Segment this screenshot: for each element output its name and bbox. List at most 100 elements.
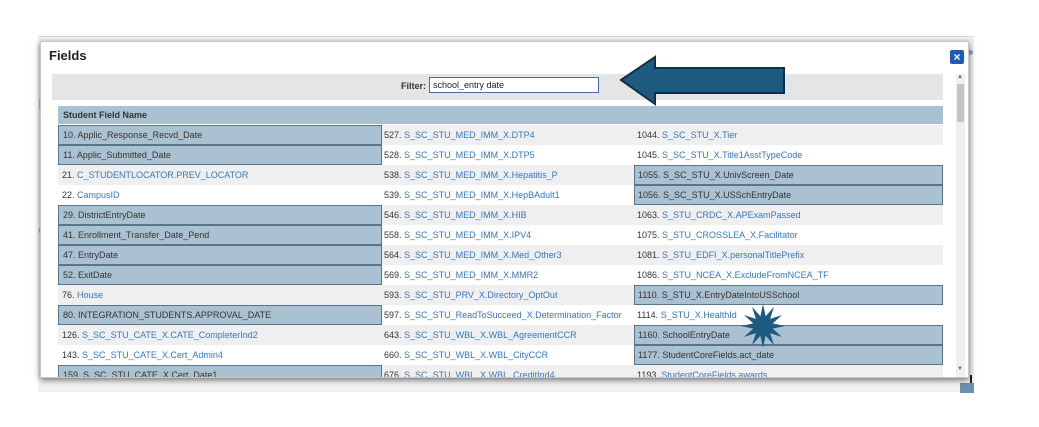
- field-name-link[interactable]: S_SC_STU_X.UnivScreen_Date: [663, 170, 794, 180]
- field-number: 593.: [384, 290, 402, 300]
- field-cell[interactable]: 22. CampusID: [58, 185, 382, 205]
- field-cell[interactable]: 47. EntryDate: [58, 245, 382, 265]
- close-button[interactable]: ×: [950, 50, 964, 64]
- field-name-link[interactable]: S_SC_STU_ReadToSucceed_X.Determination_F…: [404, 310, 622, 320]
- field-cell[interactable]: 569. S_SC_STU_MED_IMM_X.MMR2: [382, 265, 634, 285]
- field-cell[interactable]: 539. S_SC_STU_MED_IMM_X.HepBAdult1: [382, 185, 634, 205]
- field-name-link[interactable]: StudentCoreFields.awards: [661, 370, 767, 377]
- field-cell[interactable]: 1055. S_SC_STU_X.UnivScreen_Date: [634, 165, 943, 185]
- field-name-link[interactable]: S_SC_STU_MED_IMM_X.Hepatitis_P: [404, 170, 558, 180]
- field-cell[interactable]: 126. S_SC_STU_CATE_X.CATE_CompleterInd2: [58, 325, 382, 345]
- table-row: 21. C_STUDENTLOCATOR.PREV_LOCATOR 538. S_…: [58, 165, 943, 185]
- scroll-up-arrow-icon[interactable]: ▲: [957, 74, 963, 80]
- field-cell[interactable]: 29. DistrictEntryDate: [58, 205, 382, 225]
- field-name-link[interactable]: S_SC_STU_MED_IMM_X.DTP4: [404, 130, 535, 140]
- field-name-link[interactable]: S_STU_X.HealthId: [661, 310, 737, 320]
- field-cell[interactable]: 643. S_SC_STU_WBL_X.WBL_AgreementCCR: [382, 325, 634, 345]
- field-name-link[interactable]: S_SC_STU_X.Tier: [662, 130, 737, 140]
- field-number: 76.: [62, 290, 75, 300]
- scroll-thumb[interactable]: [957, 84, 964, 122]
- field-name-link[interactable]: S_SC_STU_CATE_X.Cert_Date1: [83, 370, 217, 377]
- table-row: 11. Applic_Submitted_Date 528. S_SC_STU_M…: [58, 145, 943, 165]
- field-name-link[interactable]: Enrollment_Transfer_Date_Pend: [78, 230, 209, 240]
- field-name-link[interactable]: SchoolEntryDate: [662, 330, 730, 340]
- field-cell[interactable]: 80. INTEGRATION_STUDENTS.APPROVAL_DATE: [58, 305, 382, 325]
- field-name-link[interactable]: Applic_Submitted_Date: [77, 150, 171, 160]
- filter-input[interactable]: [429, 77, 599, 93]
- field-number: 21.: [62, 170, 75, 180]
- field-name-link[interactable]: House: [77, 290, 103, 300]
- field-number: 1063.: [637, 210, 660, 220]
- field-name-link[interactable]: S_SC_STU_MED_IMM_X.IPV4: [404, 230, 531, 240]
- field-name-link[interactable]: EntryDate: [78, 250, 118, 260]
- field-cell[interactable]: 1044. S_SC_STU_X.Tier: [634, 125, 943, 145]
- field-name-link[interactable]: DistrictEntryDate: [78, 210, 146, 220]
- field-name-link[interactable]: S_SC_STU_WBL_X.WBL_CreditInd4: [404, 370, 555, 377]
- field-cell[interactable]: 564. S_SC_STU_MED_IMM_X.Med_Other3: [382, 245, 634, 265]
- field-cell[interactable]: 1193. StudentCoreFields.awards: [634, 365, 943, 377]
- field-cell[interactable]: 11. Applic_Submitted_Date: [58, 145, 382, 165]
- field-cell[interactable]: 1114. S_STU_X.HealthId: [634, 305, 943, 325]
- field-cell[interactable]: 10. Applic_Response_Recvd_Date: [58, 125, 382, 145]
- field-name-link[interactable]: S_STU_X.EntryDateIntoUSSchool: [662, 290, 800, 300]
- field-cell[interactable]: 1081. S_STU_EDFI_X.personalTitlePrefix: [634, 245, 943, 265]
- field-cell[interactable]: 1177. StudentCoreFields.act_date: [634, 345, 943, 365]
- scrollbar[interactable]: ▲ ▼: [956, 74, 965, 377]
- field-name-link[interactable]: S_STU_EDFI_X.personalTitlePrefix: [662, 250, 804, 260]
- field-cell[interactable]: 143. S_SC_STU_CATE_X.Cert_Admin4: [58, 345, 382, 365]
- field-name-link[interactable]: S_SC_STU_CATE_X.CATE_CompleterInd2: [82, 330, 258, 340]
- field-cell[interactable]: 1110. S_STU_X.EntryDateIntoUSSchool: [634, 285, 943, 305]
- field-name-link[interactable]: S_SC_STU_MED_IMM_X.MMR2: [404, 270, 538, 280]
- field-cell[interactable]: 597. S_SC_STU_ReadToSucceed_X.Determinat…: [382, 305, 634, 325]
- field-name-link[interactable]: S_SC_STU_WBL_X.WBL_CityCCR: [404, 350, 548, 360]
- field-name-link[interactable]: S_STU_CRDC_X.APExamPassed: [662, 210, 801, 220]
- field-number: 10.: [63, 130, 76, 140]
- field-name-link[interactable]: S_SC_STU_MED_IMM_X.Med_Other3: [404, 250, 562, 260]
- field-name-link[interactable]: INTEGRATION_STUDENTS.APPROVAL_DATE: [78, 310, 271, 320]
- field-name-link[interactable]: StudentCoreFields.act_date: [662, 350, 774, 360]
- field-cell[interactable]: 52. ExitDate: [58, 265, 382, 285]
- field-name-link[interactable]: S_SC_STU_MED_IMM_X.DTP5: [404, 150, 535, 160]
- field-name-link[interactable]: S_SC_STU_X.Title1AsstTypeCode: [662, 150, 802, 160]
- table-row: 52. ExitDate 569. S_SC_STU_MED_IMM_X.MMR2…: [58, 265, 943, 285]
- field-number: 41.: [63, 230, 76, 240]
- field-name-link[interactable]: ExitDate: [78, 270, 112, 280]
- field-cell[interactable]: 1086. S_STU_NCEA_X.ExcludeFromNCEA_TF: [634, 265, 943, 285]
- field-cell[interactable]: 538. S_SC_STU_MED_IMM_X.Hepatitis_P: [382, 165, 634, 185]
- field-cell[interactable]: 676. S_SC_STU_WBL_X.WBL_CreditInd4: [382, 365, 634, 377]
- field-name-link[interactable]: S_SC_STU_MED_IMM_X.HIB: [404, 210, 527, 220]
- field-cell[interactable]: 41. Enrollment_Transfer_Date_Pend: [58, 225, 382, 245]
- field-cell[interactable]: 1063. S_STU_CRDC_X.APExamPassed: [634, 205, 943, 225]
- field-name-link[interactable]: Applic_Response_Recvd_Date: [78, 130, 203, 140]
- scroll-down-arrow-icon[interactable]: ▼: [957, 366, 963, 372]
- field-name-link[interactable]: CampusID: [77, 190, 120, 200]
- field-name-link[interactable]: S_STU_NCEA_X.ExcludeFromNCEA_TF: [662, 270, 829, 280]
- table-row: 76. House 593. S_SC_STU_PRV_X.Directory_O…: [58, 285, 943, 305]
- field-cell[interactable]: 528. S_SC_STU_MED_IMM_X.DTP5: [382, 145, 634, 165]
- field-cell[interactable]: 1075. S_STU_CROSSLEA_X.Facilitator: [634, 225, 943, 245]
- field-name-link[interactable]: S_SC_STU_CATE_X.Cert_Admin4: [82, 350, 223, 360]
- field-cell[interactable]: 558. S_SC_STU_MED_IMM_X.IPV4: [382, 225, 634, 245]
- field-cell[interactable]: 527. S_SC_STU_MED_IMM_X.DTP4: [382, 125, 634, 145]
- field-number: 1086.: [637, 270, 660, 280]
- field-name-link[interactable]: S_SC_STU_WBL_X.WBL_AgreementCCR: [404, 330, 577, 340]
- field-cell[interactable]: 593. S_SC_STU_PRV_X.Directory_OptOut: [382, 285, 634, 305]
- field-name-link[interactable]: C_STUDENTLOCATOR.PREV_LOCATOR: [77, 170, 248, 180]
- field-name-link[interactable]: S_SC_STU_X.USSchEntryDate: [663, 190, 791, 200]
- field-cell[interactable]: 21. C_STUDENTLOCATOR.PREV_LOCATOR: [58, 165, 382, 185]
- field-cell[interactable]: 159. S_SC_STU_CATE_X.Cert_Date1: [58, 365, 382, 378]
- field-name-link[interactable]: S_STU_CROSSLEA_X.Facilitator: [662, 230, 798, 240]
- field-number: 643.: [384, 330, 402, 340]
- field-number: 528.: [384, 150, 402, 160]
- field-cell[interactable]: 76. House: [58, 285, 382, 305]
- field-name-link[interactable]: S_SC_STU_PRV_X.Directory_OptOut: [404, 290, 557, 300]
- field-cell[interactable]: 660. S_SC_STU_WBL_X.WBL_CityCCR: [382, 345, 634, 365]
- field-cell[interactable]: 1160. SchoolEntryDate: [634, 325, 943, 345]
- field-cell[interactable]: 546. S_SC_STU_MED_IMM_X.HIB: [382, 205, 634, 225]
- field-number: 558.: [384, 230, 402, 240]
- field-cell[interactable]: 1056. S_SC_STU_X.USSchEntryDate: [634, 185, 943, 205]
- table-row: 10. Applic_Response_Recvd_Date 527. S_SC_…: [58, 125, 943, 145]
- field-cell[interactable]: 1045. S_SC_STU_X.Title1AsstTypeCode: [634, 145, 943, 165]
- field-name-link[interactable]: S_SC_STU_MED_IMM_X.HepBAdult1: [404, 190, 560, 200]
- field-number: 159.: [63, 370, 81, 378]
